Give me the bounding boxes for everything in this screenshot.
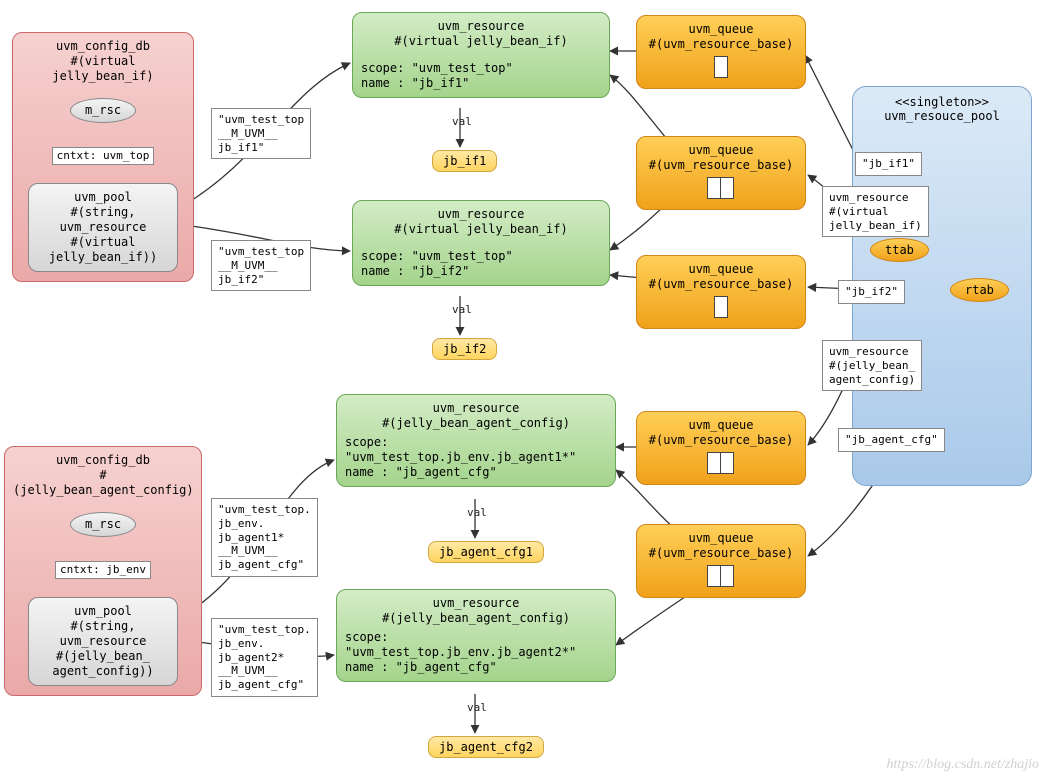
val-label-2: val bbox=[452, 303, 472, 316]
val-tag-2: jb_if2 bbox=[432, 338, 497, 360]
m-rsc-ellipse-bot: m_rsc bbox=[70, 512, 136, 537]
uvm-pool-bot: uvm_pool #(string, uvm_resource #(jelly_… bbox=[28, 597, 178, 686]
uvm-resource-2: uvm_resource #(virtual jelly_bean_if) sc… bbox=[352, 200, 610, 286]
edge-rtab-if2: "jb_if2" bbox=[838, 280, 905, 304]
uvm-queue-4: uvm_queue #(uvm_resource_base) bbox=[636, 411, 806, 485]
watermark: https://blog.csdn.net/zhajio bbox=[887, 757, 1039, 773]
uvm-resource-4: uvm_resource #(jelly_bean_agent_config) … bbox=[336, 589, 616, 682]
config-db-bot-title2: #(jelly_bean_agent_config) bbox=[13, 468, 193, 498]
cntxt-top-label: cntxt: uvm_top bbox=[52, 147, 155, 165]
val-tag-1: jb_if1 bbox=[432, 150, 497, 172]
pool-name: uvm_resouce_pool bbox=[859, 109, 1025, 123]
uvm-queue-2: uvm_queue #(uvm_resource_base) bbox=[636, 136, 806, 210]
uvm-resource-1: uvm_resource #(virtual jelly_bean_if) sc… bbox=[352, 12, 610, 98]
config-db-top-title2: #(virtual jelly_bean_if) bbox=[21, 54, 185, 84]
uvm-queue-3: uvm_queue #(uvm_resource_base) bbox=[636, 255, 806, 329]
uvm-resource-3: uvm_resource #(jelly_bean_agent_config) … bbox=[336, 394, 616, 487]
uvm-queue-1: uvm_queue #(uvm_resource_base) bbox=[636, 15, 806, 89]
edge-rtab-cfg: "jb_agent_cfg" bbox=[838, 428, 945, 452]
edge-pool1-res2: "uvm_test_top __M_UVM__ jb_if2" bbox=[211, 240, 311, 291]
val-label-4: val bbox=[467, 701, 487, 714]
singleton-label: <<singleton>> bbox=[859, 95, 1025, 109]
edge-pool2-res4: "uvm_test_top. jb_env. jb_agent2* __M_UV… bbox=[211, 618, 318, 697]
uvm-queue-5: uvm_queue #(uvm_resource_base) bbox=[636, 524, 806, 598]
val-tag-4: jb_agent_cfg2 bbox=[428, 736, 544, 758]
val-label-1: val bbox=[452, 115, 472, 128]
edge-ttab-type-if: uvm_resource #(virtual jelly_bean_if) bbox=[822, 186, 929, 237]
config-db-bottom: uvm_config_db #(jelly_bean_agent_config)… bbox=[4, 446, 202, 696]
val-label-3: val bbox=[467, 506, 487, 519]
edge-ttab-if1: "jb_if1" bbox=[855, 152, 922, 176]
cntxt-bot-label: cntxt: jb_env bbox=[55, 561, 151, 579]
edge-pool2-res3: "uvm_test_top. jb_env. jb_agent1* __M_UV… bbox=[211, 498, 318, 577]
config-db-top-title1: uvm_config_db bbox=[21, 39, 185, 54]
ttab-ellipse: ttab bbox=[870, 238, 929, 262]
val-tag-3: jb_agent_cfg1 bbox=[428, 541, 544, 563]
config-db-top: uvm_config_db #(virtual jelly_bean_if) m… bbox=[12, 32, 194, 282]
edge-pool1-res1: "uvm_test_top __M_UVM__ jb_if1" bbox=[211, 108, 311, 159]
config-db-bot-title1: uvm_config_db bbox=[13, 453, 193, 468]
uvm-pool-top: uvm_pool #(string, uvm_resource #(virtua… bbox=[28, 183, 178, 272]
m-rsc-ellipse-top: m_rsc bbox=[70, 98, 136, 123]
edge-ttab-type-cfg: uvm_resource #(jelly_bean_ agent_config) bbox=[822, 340, 922, 391]
rtab-ellipse: rtab bbox=[950, 278, 1009, 302]
